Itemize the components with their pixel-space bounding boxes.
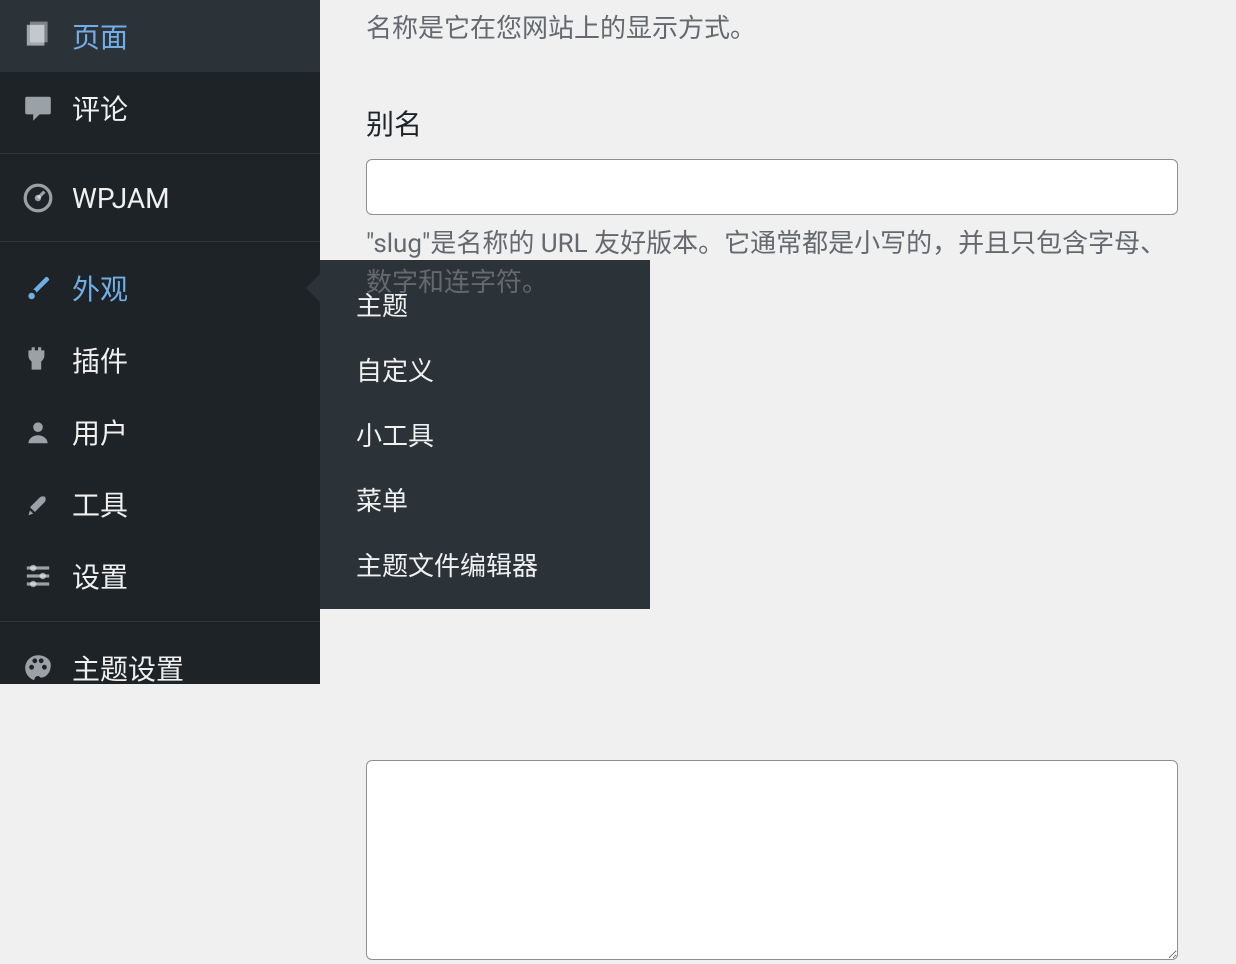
sidebar-item-label: 设置 [72,556,128,596]
sidebar-item-label: 页面 [72,16,128,56]
sidebar-item-label: 工具 [72,484,128,524]
plugins-icon [20,342,56,378]
sidebar-item-label: 用户 [72,412,128,452]
sidebar-separator [0,144,320,154]
slug-label: 别名 [366,103,1190,143]
sidebar-item-pages[interactable]: 页面 [0,0,320,72]
brush-icon [20,270,56,306]
sidebar-item-wpjam[interactable]: WPJAM [0,164,320,232]
sidebar-item-comments[interactable]: 评论 [0,72,320,144]
description-textarea[interactable] [366,760,1178,960]
slug-description: "slug"是名称的 URL 友好版本。它通常都是小写的，并且只包含字母、数字和… [366,225,1190,303]
dashboard-icon [20,180,56,216]
settings-icon [20,558,56,594]
sidebar-item-plugins[interactable]: 插件 [0,324,320,396]
main-content: 名称是它在您网站上的显示方式。 别名 "slug"是名称的 URL 友好版本。它… [320,0,1236,684]
sidebar-item-label: 评论 [72,88,128,128]
tools-icon [20,486,56,522]
sidebar-item-tools[interactable]: 工具 [0,468,320,540]
name-description: 名称是它在您网站上的显示方式。 [366,10,1190,49]
sidebar-separator [0,232,320,242]
sidebar-item-theme-settings[interactable]: 主题设置 [0,632,320,704]
sidebar-item-appearance[interactable]: 外观 [0,252,320,324]
pages-icon [20,18,56,54]
sidebar-item-settings[interactable]: 设置 [0,540,320,612]
sidebar-item-label: 主题设置 [72,648,184,688]
comments-icon [20,90,56,126]
sidebar-item-users[interactable]: 用户 [0,396,320,468]
sidebar-item-label: 插件 [72,340,128,380]
users-icon [20,414,56,450]
palette-icon [20,650,56,686]
admin-sidebar: 页面 评论 WPJAM 外观 插件 用户 工具 [0,0,320,684]
sidebar-item-label: WPJAM [72,182,170,215]
slug-input[interactable] [366,159,1178,215]
sidebar-item-label: 外观 [72,268,128,308]
sidebar-separator [0,612,320,622]
